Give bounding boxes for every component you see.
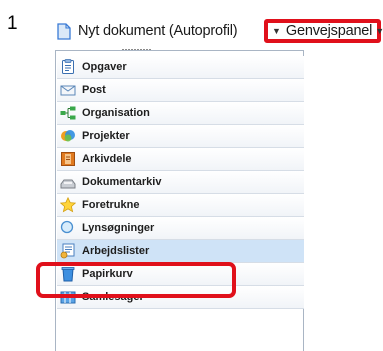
menu-item-lynsogninger[interactable]: Lynsøgninger (57, 217, 304, 240)
task-list-icon (62, 59, 74, 74)
new-document-icon (57, 22, 71, 40)
document-tray-icon (60, 179, 76, 189)
menu-item-label: Organisation (82, 107, 150, 119)
menu-item-arkivdele[interactable]: Arkivdele (57, 148, 304, 171)
collection-cases-icon (60, 291, 76, 304)
menu-item-arbejdslister[interactable]: Arbejdslister (57, 240, 304, 263)
menu-item-projekter[interactable]: Projekter (57, 125, 304, 148)
new-document-button[interactable]: Nyt dokument (Autoprofil) (54, 18, 240, 44)
menu-item-label: Arkivdele (82, 153, 132, 165)
menu-item-dokumentarkiv[interactable]: Dokumentarkiv (57, 171, 304, 194)
quick-search-icon (60, 220, 74, 234)
menu-item-label: Projekter (82, 130, 130, 142)
shortcut-panel-dropdown[interactable]: ▼ Genvejspanel ▼ (264, 19, 383, 43)
menu-item-label: Arbejdslister (82, 245, 150, 257)
org-chart-icon (60, 106, 76, 120)
step-number: 1 (7, 13, 18, 34)
menu-item-label: Opgaver (82, 61, 127, 73)
menu-item-label: Samlesager (82, 291, 144, 303)
menu-item-opgaver[interactable]: Opgaver (57, 56, 304, 79)
menu-item-papirkurv[interactable]: Papirkurv (57, 263, 304, 286)
dropdown-arrow-icon: ▼ (272, 26, 281, 36)
menu-item-samlesager[interactable]: Samlesager (57, 286, 304, 309)
toolbar: Nyt dokument (Autoprofil) ▼ Genvejspanel… (54, 16, 383, 46)
menu-item-label: Post (82, 84, 106, 96)
star-icon (60, 197, 76, 213)
chevron-down-icon: ▼ (375, 26, 383, 36)
menu-item-label: Dokumentarkiv (82, 176, 162, 188)
projects-globe-icon (61, 130, 75, 142)
work-list-icon (60, 243, 75, 259)
menu-item-label: Foretrukne (82, 199, 140, 211)
shortcut-panel-label: Genvejspanel (285, 23, 373, 39)
menu-item-post[interactable]: Post (57, 79, 304, 102)
menu-item-label: Papirkurv (82, 268, 133, 280)
shortcut-panel: Opgaver Post Organisation Projekter Arki… (55, 50, 304, 351)
menu-item-foretrukne[interactable]: Foretrukne (57, 194, 304, 217)
recycle-bin-icon (61, 267, 75, 282)
menu-item-organisation[interactable]: Organisation (57, 102, 304, 125)
archive-box-icon (61, 152, 75, 166)
menu-item-label: Lynsøgninger (82, 222, 155, 234)
mail-envelope-icon (60, 85, 76, 96)
new-document-label: Nyt dokument (Autoprofil) (78, 23, 238, 39)
